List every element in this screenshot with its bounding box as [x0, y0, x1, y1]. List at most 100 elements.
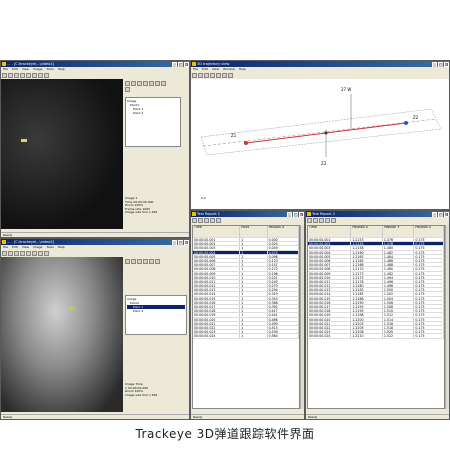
print-icon[interactable]	[228, 73, 233, 78]
diagram-window[interactable]: 3D trajectory view _ □ × File Edit View Win…	[190, 60, 450, 210]
vertical-scrollbar[interactable]	[300, 225, 304, 409]
tool-icon-7[interactable]	[161, 81, 166, 86]
open-icon[interactable]	[192, 73, 197, 78]
stop-icon[interactable]	[38, 251, 43, 256]
maximize-button[interactable]: □	[293, 211, 298, 217]
menu-file[interactable]: File	[193, 67, 198, 71]
launch-point-icon[interactable]	[244, 141, 248, 145]
vertical-scrollbar[interactable]	[445, 225, 449, 409]
video-window-top-titlebar[interactable]: ... - [C:\trackeye\...\video1] _ □ ×	[1, 61, 189, 67]
tool-icon-4[interactable]	[143, 81, 148, 86]
data-table-2[interactable]: Time Position X Position Y Position Z 00:00:…	[307, 225, 445, 409]
target-point-icon[interactable]	[404, 121, 408, 125]
menu-file[interactable]: File	[3, 245, 8, 249]
copy-icon[interactable]	[204, 218, 209, 223]
object-tree[interactable]: Image Points Point 1 Point 2	[125, 295, 187, 335]
menu-view[interactable]: View	[212, 67, 219, 71]
table-row[interactable]: 00:00:00.024 1.2210 1.522 0.175	[308, 334, 444, 339]
maximize-button[interactable]: □	[438, 61, 443, 67]
close-button[interactable]: ×	[183, 239, 189, 245]
video-frame-top[interactable]	[1, 79, 123, 229]
save-icon[interactable]	[8, 251, 13, 256]
tool-icon-1[interactable]	[125, 259, 130, 264]
tool-icon-8[interactable]	[125, 87, 130, 92]
track-icon[interactable]	[20, 73, 25, 78]
minimize-button[interactable]: _	[432, 211, 437, 217]
tool-icon-2[interactable]	[131, 81, 136, 86]
zoom-icon[interactable]	[26, 251, 31, 256]
minimize-button[interactable]: _	[172, 61, 177, 67]
menu-edit[interactable]: Edit	[12, 67, 18, 71]
tool-icon-4[interactable]	[143, 259, 148, 264]
menu-help[interactable]: Help	[58, 67, 65, 71]
column-header[interactable]: Position Y	[383, 226, 415, 237]
video-window-bottom-titlebar[interactable]: ... - [C:\trackeye\...\video2] _ □ ×	[1, 239, 189, 245]
menu-tools[interactable]: Tools	[46, 245, 53, 249]
tool-icon-2[interactable]	[131, 259, 136, 264]
column-header[interactable]: Position Z	[414, 226, 444, 237]
zoom-icon[interactable]	[26, 73, 31, 78]
minimize-button[interactable]: _	[172, 239, 177, 245]
chart-icon[interactable]	[210, 218, 215, 223]
minimize-button[interactable]: _	[432, 61, 437, 67]
tool-icon-1[interactable]	[125, 81, 130, 86]
zoom-icon[interactable]	[210, 73, 215, 78]
cursor-icon[interactable]	[14, 73, 19, 78]
open-icon[interactable]	[192, 218, 197, 223]
column-header[interactable]: Time	[308, 226, 352, 237]
menu-image[interactable]: Image	[33, 67, 42, 71]
axis-icon[interactable]	[222, 73, 227, 78]
minimize-button[interactable]: _	[287, 211, 292, 217]
close-button[interactable]: ×	[443, 211, 449, 217]
menu-file[interactable]: File	[3, 67, 8, 71]
open-icon[interactable]	[2, 251, 7, 256]
stop-icon[interactable]	[38, 73, 43, 78]
column-header[interactable]: Time	[193, 226, 241, 237]
maximize-button[interactable]: □	[178, 239, 183, 245]
close-button[interactable]: ×	[298, 211, 304, 217]
play-icon[interactable]	[32, 251, 37, 256]
maximize-button[interactable]: □	[438, 211, 443, 217]
column-header[interactable]: Position X	[351, 226, 383, 237]
tool-icon-5[interactable]	[149, 259, 154, 264]
tool-icon-5[interactable]	[149, 81, 154, 86]
menu-help[interactable]: Help	[58, 245, 65, 249]
report-window-2-titlebar[interactable]: Test Report 2 _ □ ×	[306, 211, 449, 217]
menu-edit[interactable]: Edit	[202, 67, 208, 71]
object-tree[interactable]: Image Points Point 1 Point 2	[125, 97, 181, 147]
maximize-button[interactable]: □	[178, 61, 183, 67]
close-button[interactable]: ×	[183, 61, 189, 67]
tool-icon-3[interactable]	[137, 81, 142, 86]
step-icon[interactable]	[44, 251, 49, 256]
report-window-1[interactable]: Test Report 1 _ □ × Time Point Position X0…	[190, 210, 305, 420]
tree-item[interactable]: Point 2	[127, 309, 185, 313]
trajectory-diagram[interactable]: 27 W Z1 Z2 Z3 0,0	[191, 79, 447, 207]
print-icon[interactable]	[216, 218, 221, 223]
save-icon[interactable]	[198, 218, 203, 223]
video-frame-bottom[interactable]	[1, 257, 123, 412]
tool-icon-6[interactable]	[155, 259, 160, 264]
menu-image[interactable]: Image	[33, 245, 42, 249]
column-header[interactable]: Position X	[268, 226, 299, 237]
data-table-1[interactable]: Time Point Position X 00:00:00.001 1 0.000 00:…	[192, 225, 300, 409]
tool-icon-6[interactable]	[155, 81, 160, 86]
open-icon[interactable]	[307, 218, 312, 223]
menu-tools[interactable]: Tools	[46, 67, 53, 71]
column-header[interactable]: Point	[240, 226, 268, 237]
table-row[interactable]: 00:00:00.024 1 0.564	[193, 334, 299, 339]
menu-view[interactable]: View	[22, 245, 29, 249]
video-window-bottom[interactable]: ... - [C:\trackeye\...\video2] _ □ × Fil…	[0, 238, 190, 420]
save-icon[interactable]	[198, 73, 203, 78]
diagram-window-titlebar[interactable]: 3D trajectory view _ □ ×	[191, 61, 449, 67]
cursor-icon[interactable]	[14, 251, 19, 256]
menu-window[interactable]: Window	[223, 67, 235, 71]
menu-view[interactable]: View	[22, 67, 29, 71]
close-button[interactable]: ×	[443, 61, 449, 67]
video-window-top[interactable]: ... - [C:\trackeye\...\video1] _ □ × Fil…	[0, 60, 190, 238]
open-icon[interactable]	[2, 73, 7, 78]
rotate-icon[interactable]	[204, 73, 209, 78]
mid-point-icon[interactable]	[324, 131, 328, 135]
chart-icon[interactable]	[325, 218, 330, 223]
print-icon[interactable]	[331, 218, 336, 223]
menu-help[interactable]: Help	[239, 67, 246, 71]
